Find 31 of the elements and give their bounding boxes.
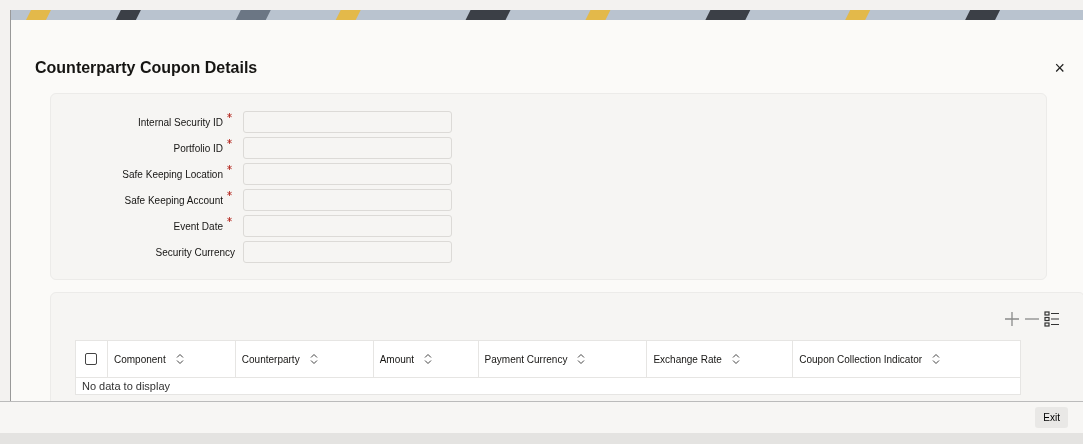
column-header[interactable]: Payment Currency [484,353,568,365]
field-label: Portfolio ID [172,142,223,154]
input-field[interactable] [243,163,452,185]
input-field[interactable] [243,189,452,211]
sort-icon[interactable] [577,353,586,365]
select-all-checkbox[interactable] [85,353,98,365]
sort-icon[interactable] [424,353,433,365]
input-field[interactable] [243,241,452,263]
input-field[interactable] [243,111,452,133]
add-icon[interactable] [1004,311,1020,327]
field-label: Event Date [172,220,223,232]
column-header[interactable]: Coupon Collection Indicator [799,353,923,365]
input-field[interactable] [243,137,452,159]
sort-icon[interactable] [175,353,184,365]
column-header[interactable]: Exchange Rate [653,353,722,365]
column-header[interactable]: Amount [379,353,415,365]
exit-button[interactable]: Exit [1035,407,1068,428]
sort-icon[interactable] [309,353,318,365]
list-icon[interactable] [1044,311,1060,327]
window-title: Counterparty Coupon Details [35,59,258,77]
column-header[interactable]: Component [113,353,166,365]
field-label: Internal Security ID [136,116,223,128]
sort-icon[interactable] [932,353,941,365]
empty-message: No data to display [75,378,1021,395]
field-label: Safe Keeping Location [121,168,223,180]
sort-icon[interactable] [731,353,740,365]
close-button[interactable]: × [1050,57,1069,79]
input-field[interactable] [243,215,452,237]
field-label: Security Currency [154,246,235,258]
column-header[interactable]: Counterparty [241,353,300,365]
field-label: Safe Keeping Account [123,194,223,206]
